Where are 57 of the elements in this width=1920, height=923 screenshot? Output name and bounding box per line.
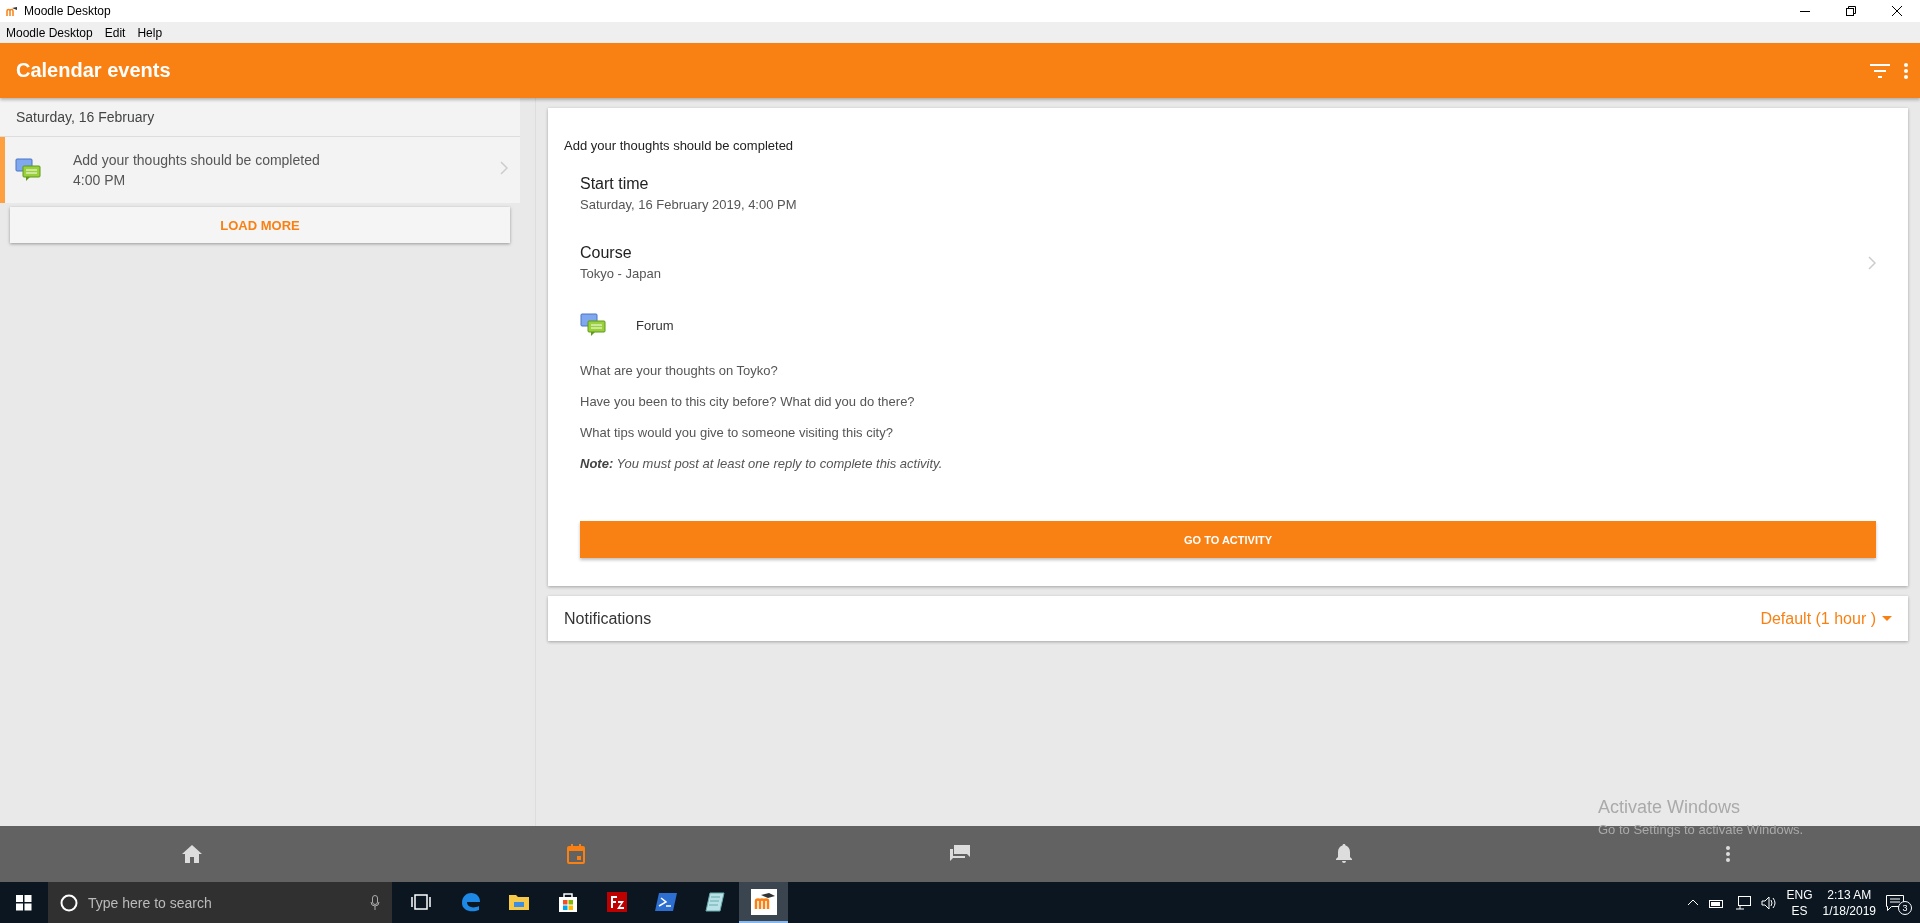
task-view-icon [410, 893, 431, 910]
folder-icon [507, 892, 530, 911]
page-title: Calendar events [16, 59, 171, 82]
chevron-up-icon[interactable] [1686, 899, 1699, 906]
event-time: 4:00 PM [73, 172, 127, 188]
chat-bubbles-icon [580, 313, 606, 337]
network-icon[interactable] [1734, 895, 1751, 910]
description-text: Have you been to this city before? What did you do there? [580, 394, 916, 409]
activation-watermark-title: Activate Windows [1598, 797, 1742, 818]
search-bar[interactable]: Type here to search [48, 882, 392, 923]
m-logo-icon [750, 888, 777, 915]
close-icon [1892, 6, 1902, 16]
filter-icon[interactable] [1870, 63, 1890, 78]
module-name: Forum [636, 317, 674, 333]
date-heading: Saturday, 16 February [0, 98, 520, 137]
event-item[interactable]: Add your thoughts should be completed 4:00 PM [0, 137, 520, 203]
field-label: Course [580, 244, 633, 262]
chat-bubbles-icon [15, 158, 41, 182]
field-value: Saturday, 16 February 2019, 4:00 PM [580, 197, 798, 212]
notification-count-badge: 3 [1898, 900, 1912, 915]
minimize-icon [1800, 10, 1810, 12]
restore-icon [1846, 6, 1856, 16]
layout-indicator[interactable]: ES [1791, 902, 1808, 919]
volume-icon[interactable] [1760, 895, 1777, 910]
microphone-icon [370, 894, 380, 911]
description-text: What tips would you give to someone visiting this city? [580, 425, 894, 440]
menu-item[interactable]: Edit [104, 25, 126, 40]
circle-icon [60, 893, 78, 912]
fz-logo-icon [605, 890, 628, 913]
description-text: What are your thoughts on Toyko? [580, 363, 779, 378]
event-title: Add your thoughts should be completed [564, 138, 795, 153]
clock-time[interactable]: 2:13 AM [1827, 886, 1872, 903]
language-indicator[interactable]: ENG [1786, 886, 1813, 903]
window-title: Moodle Desktop [24, 4, 111, 18]
terminal-prompt-icon [653, 891, 678, 912]
event-title: Add your thoughts should be completed [73, 152, 321, 168]
search-field[interactable]: Type here to search [86, 893, 362, 912]
battery-icon[interactable] [1708, 897, 1725, 908]
notification-center-icon[interactable] [1886, 894, 1904, 911]
clock-date[interactable]: 1/18/2019 [1822, 902, 1876, 919]
menu-item[interactable]: Help [137, 25, 163, 40]
chevron-right-icon [500, 161, 508, 175]
taskbar-app[interactable] [739, 882, 788, 923]
note-text: Note: You must post at least one reply to complete this activity. [580, 456, 944, 471]
menu-item[interactable]: Moodle Desktop [6, 25, 93, 40]
notepad-icon [703, 890, 726, 913]
shopping-bag-icon [556, 890, 579, 913]
chevron-right-icon [1868, 255, 1876, 270]
field-label: Start time [580, 175, 650, 193]
m-logo-icon [6, 6, 18, 16]
windows-logo-icon [16, 894, 32, 911]
caret-icon [1882, 616, 1892, 621]
course-link[interactable]: Course Tokyo - Japan [564, 244, 1892, 281]
more-vertical-icon [1904, 62, 1908, 79]
field-value: Tokyo - Japan [580, 266, 662, 281]
notifications-label: Notifications [564, 609, 652, 628]
activation-watermark-text: Go to Settings to activate Windows. [1598, 822, 1804, 837]
